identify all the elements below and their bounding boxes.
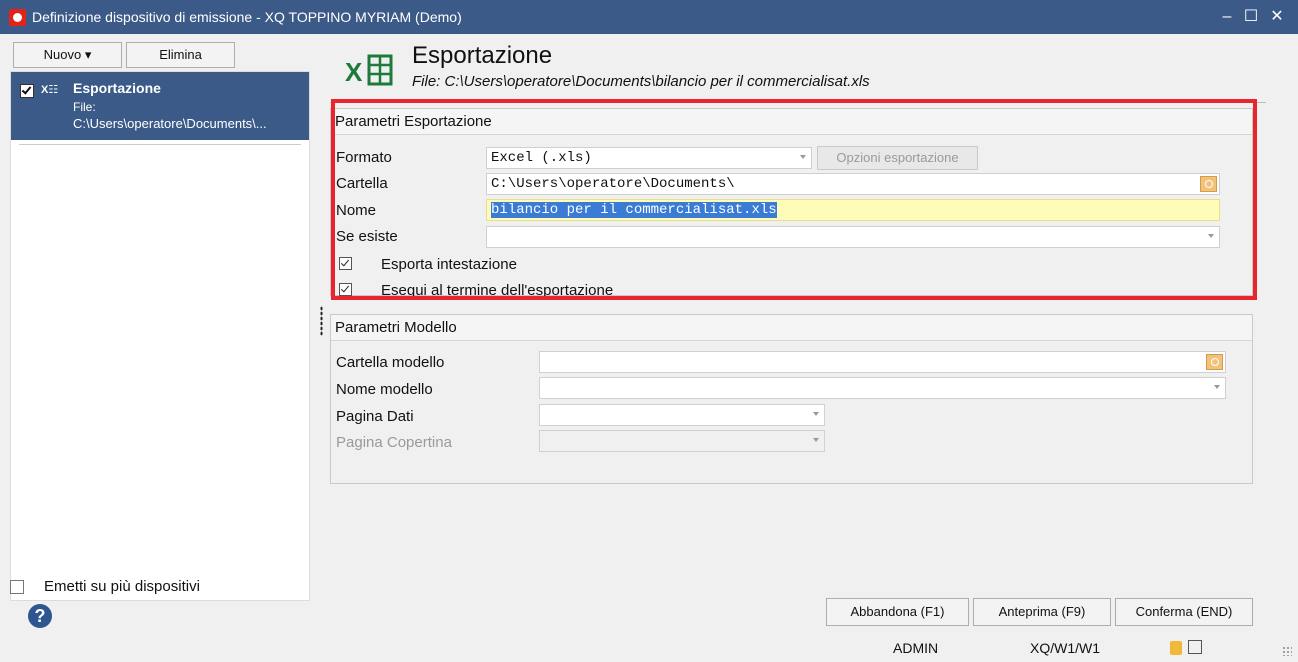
model-name-select[interactable]	[539, 377, 1226, 399]
device-file-label: File:	[73, 100, 96, 114]
chevron-down-icon	[1214, 385, 1220, 389]
app-icon	[9, 9, 26, 26]
model-folder-label: Cartella modello	[336, 354, 445, 371]
multi-device-checkbox[interactable]	[10, 580, 24, 594]
device-sidebar: Nuovo ▾ Elimina X☷ Esportazione File: C:…	[0, 34, 316, 662]
model-name-label: Nome modello	[336, 381, 433, 398]
browse-model-folder-icon[interactable]	[1206, 354, 1223, 370]
svg-text:X: X	[345, 57, 363, 87]
device-item-esportazione[interactable]: X☷ Esportazione File: C:\Users\operatore…	[11, 72, 309, 140]
data-page-label: Pagina Dati	[336, 408, 414, 425]
page-subtitle-file: File: C:\Users\operatore\Documents\bilan…	[412, 73, 870, 90]
splitter-handle[interactable]	[320, 306, 323, 336]
minimize-button[interactable]: ‒	[1216, 6, 1238, 28]
close-button[interactable]: ✕	[1266, 6, 1288, 28]
cover-page-select	[539, 430, 825, 452]
highlight-frame	[331, 99, 1257, 300]
list-divider	[19, 144, 301, 145]
help-icon[interactable]: ?	[28, 604, 52, 628]
cancel-button[interactable]: Abbandona (F1)	[826, 598, 969, 626]
model-params-title: Parametri Modello	[331, 315, 1252, 341]
new-button[interactable]: Nuovo ▾	[13, 42, 122, 68]
model-params-group: Parametri Modello Cartella modello Nome …	[330, 314, 1253, 484]
window-title: Definizione dispositivo di emissione - X…	[32, 9, 462, 25]
excel-icon: X	[345, 54, 393, 87]
model-folder-input[interactable]	[539, 351, 1226, 373]
data-page-select[interactable]	[539, 404, 825, 426]
multi-device-label: Emetti su più dispositivi	[44, 578, 200, 595]
chevron-down-icon	[813, 412, 819, 416]
resize-grip[interactable]	[1282, 646, 1292, 656]
network-icon	[1188, 640, 1202, 654]
title-bar: Definizione dispositivo di emissione - X…	[0, 0, 1298, 34]
excel-icon: X☷	[41, 84, 59, 96]
status-workstation: XQ/W1/W1	[1030, 640, 1101, 656]
database-icon	[1170, 641, 1182, 655]
chevron-down-icon	[813, 438, 819, 442]
page-title: Esportazione	[412, 42, 553, 69]
maximize-button[interactable]: ☐	[1240, 6, 1262, 28]
cover-page-label: Pagina Copertina	[336, 434, 452, 451]
device-list: X☷ Esportazione File: C:\Users\operatore…	[10, 71, 310, 601]
device-name: Esportazione	[73, 80, 161, 96]
confirm-button[interactable]: Conferma (END)	[1115, 598, 1253, 626]
device-file-path: C:\Users\operatore\Documents\...	[73, 116, 267, 131]
delete-button[interactable]: Elimina	[126, 42, 235, 68]
status-user: ADMIN	[893, 640, 939, 656]
device-checkbox[interactable]	[20, 84, 34, 98]
preview-button[interactable]: Anteprima (F9)	[973, 598, 1111, 626]
